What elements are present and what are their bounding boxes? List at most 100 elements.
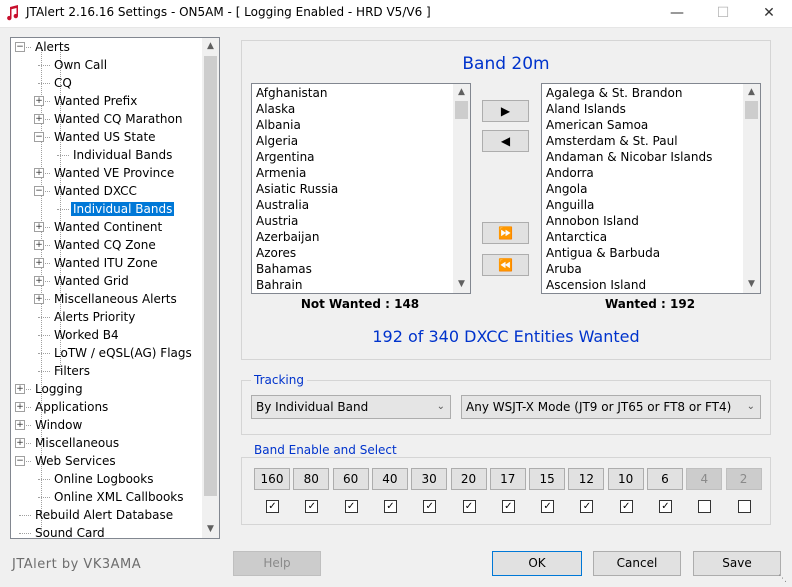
list-item[interactable]: Austria: [252, 213, 470, 229]
list-item[interactable]: Argentina: [252, 149, 470, 165]
band-button[interactable]: 12: [568, 468, 605, 490]
tree-item[interactable]: Individual Bands: [71, 200, 175, 218]
band-button[interactable]: 2: [725, 468, 762, 490]
list-item[interactable]: Azores: [252, 245, 470, 261]
tree-item[interactable]: Individual Bands: [71, 146, 174, 164]
list-item[interactable]: Aland Islands: [542, 101, 760, 117]
cancel-button[interactable]: Cancel: [593, 551, 681, 576]
band-button[interactable]: 17: [489, 468, 526, 490]
band-enable-checkbox[interactable]: ✓: [344, 500, 358, 513]
band-enable-checkbox[interactable]: ✓: [501, 500, 515, 513]
list-item[interactable]: Armenia: [252, 165, 470, 181]
list-item[interactable]: Albania: [252, 117, 470, 133]
band-button[interactable]: 20: [450, 468, 487, 490]
help-button[interactable]: Help: [233, 551, 321, 576]
band-enable-checkbox[interactable]: ✓: [580, 500, 594, 513]
tree-item[interactable]: Worked B4: [52, 326, 121, 344]
list-item[interactable]: Aruba: [542, 261, 760, 277]
band-button[interactable]: 80: [293, 468, 330, 490]
scroll-down-icon[interactable]: ▼: [743, 276, 760, 293]
list-item[interactable]: Afghanistan: [252, 85, 470, 101]
expand-icon[interactable]: +: [15, 384, 25, 394]
expand-icon[interactable]: +: [15, 402, 25, 412]
scroll-up-icon[interactable]: ▲: [743, 84, 760, 101]
expand-icon[interactable]: +: [34, 96, 44, 106]
band-button[interactable]: 4: [686, 468, 723, 490]
tree-item[interactable]: Rebuild Alert Database: [33, 506, 175, 524]
scroll-up-icon[interactable]: ▲: [453, 84, 470, 101]
collapse-icon[interactable]: −: [15, 42, 25, 52]
tree-item[interactable]: Window: [33, 416, 84, 434]
scroll-up-icon[interactable]: ▲: [202, 38, 219, 55]
minimize-icon[interactable]: —: [654, 0, 700, 27]
move-to-not-wanted-button[interactable]: ◀: [482, 130, 529, 152]
list-item[interactable]: Angola: [542, 181, 760, 197]
band-enable-checkbox[interactable]: ✓: [423, 500, 437, 513]
tree-item[interactable]: LoTW / eQSL(AG) Flags: [52, 344, 194, 362]
list-item[interactable]: Bahamas: [252, 261, 470, 277]
list-item[interactable]: Alaska: [252, 101, 470, 117]
tree-item[interactable]: Online Logbooks: [52, 470, 155, 488]
tree-item[interactable]: CQ: [52, 74, 74, 92]
expand-icon[interactable]: +: [15, 438, 25, 448]
list-item[interactable]: Andaman & Nicobar Islands: [542, 149, 760, 165]
band-button[interactable]: 6: [647, 468, 683, 490]
tree-item[interactable]: Logging: [33, 380, 85, 398]
settings-tree[interactable]: Alerts − Own Call CQ Wanted Prefix + Wanted CQ…: [10, 37, 220, 539]
expand-icon[interactable]: +: [34, 168, 44, 178]
band-button[interactable]: 10: [607, 468, 644, 490]
tree-item[interactable]: Miscellaneous: [33, 434, 121, 452]
expand-icon[interactable]: +: [34, 114, 44, 124]
list-item[interactable]: Australia: [252, 197, 470, 213]
band-enable-checkbox[interactable]: ✓: [462, 500, 476, 513]
scroll-down-icon[interactable]: ▼: [453, 276, 470, 293]
band-enable-checkbox[interactable]: ✓: [266, 500, 279, 513]
maximize-icon[interactable]: ☐: [700, 0, 746, 27]
tree-item[interactable]: Wanted Continent: [52, 218, 164, 236]
tree-item[interactable]: Wanted ITU Zone: [52, 254, 160, 272]
tree-item[interactable]: Wanted CQ Zone: [52, 236, 158, 254]
list-item[interactable]: Anguilla: [542, 197, 760, 213]
list-item[interactable]: Antarctica: [542, 229, 760, 245]
tree-item[interactable]: Wanted US State: [52, 128, 158, 146]
tree-item[interactable]: Online XML Callbooks: [52, 488, 186, 506]
tree-item[interactable]: Filters: [52, 362, 92, 380]
not-wanted-listbox[interactable]: Afghanistan Alaska Albania Algeria Argentina…: [251, 83, 471, 294]
collapse-icon[interactable]: −: [15, 456, 25, 466]
move-all-to-not-wanted-button[interactable]: ⏪: [482, 254, 529, 276]
list-item[interactable]: Bahrain: [252, 277, 470, 293]
band-enable-checkbox[interactable]: [737, 500, 751, 513]
band-enable-checkbox[interactable]: ✓: [541, 500, 555, 513]
move-to-wanted-button[interactable]: ▶: [482, 100, 529, 122]
close-icon[interactable]: ✕: [746, 0, 792, 27]
not-wanted-scroll-thumb[interactable]: [455, 101, 468, 119]
wanted-scroll-thumb[interactable]: [745, 101, 758, 119]
tree-item[interactable]: Web Services: [33, 452, 118, 470]
band-button[interactable]: 15: [529, 468, 566, 490]
wanted-listbox[interactable]: Agalega & St. Brandon Aland Islands Americ…: [541, 83, 761, 294]
list-item[interactable]: Ascension Island: [542, 277, 760, 293]
tracking-mode-select[interactable]: By Individual Band ⌄: [251, 395, 451, 419]
band-enable-checkbox[interactable]: ✓: [619, 500, 633, 513]
band-enable-checkbox[interactable]: [698, 500, 712, 513]
list-item[interactable]: Agalega & St. Brandon: [542, 85, 760, 101]
list-item[interactable]: Amsterdam & St. Paul: [542, 133, 760, 149]
band-button[interactable]: 40: [371, 468, 408, 490]
list-item[interactable]: Azerbaijan: [252, 229, 470, 245]
list-item[interactable]: Asiatic Russia: [252, 181, 470, 197]
list-item[interactable]: Andorra: [542, 165, 760, 181]
band-enable-checkbox[interactable]: ✓: [659, 500, 672, 513]
band-enable-checkbox[interactable]: ✓: [305, 500, 319, 513]
band-enable-checkbox[interactable]: ✓: [383, 500, 397, 513]
band-button[interactable]: 160: [254, 468, 290, 490]
expand-icon[interactable]: +: [34, 258, 44, 268]
list-item[interactable]: American Samoa: [542, 117, 760, 133]
tree-item[interactable]: Applications: [33, 398, 110, 416]
expand-icon[interactable]: +: [34, 222, 44, 232]
expand-icon[interactable]: +: [34, 294, 44, 304]
wsjt-mode-select[interactable]: Any WSJT-X Mode (JT9 or JT65 or FT8 or F…: [461, 395, 761, 419]
tree-item[interactable]: Wanted VE Province: [52, 164, 176, 182]
tree-item[interactable]: Alerts: [33, 38, 72, 56]
tree-item[interactable]: Sound Card: [33, 524, 107, 538]
tree-item[interactable]: Wanted CQ Marathon: [52, 110, 184, 128]
